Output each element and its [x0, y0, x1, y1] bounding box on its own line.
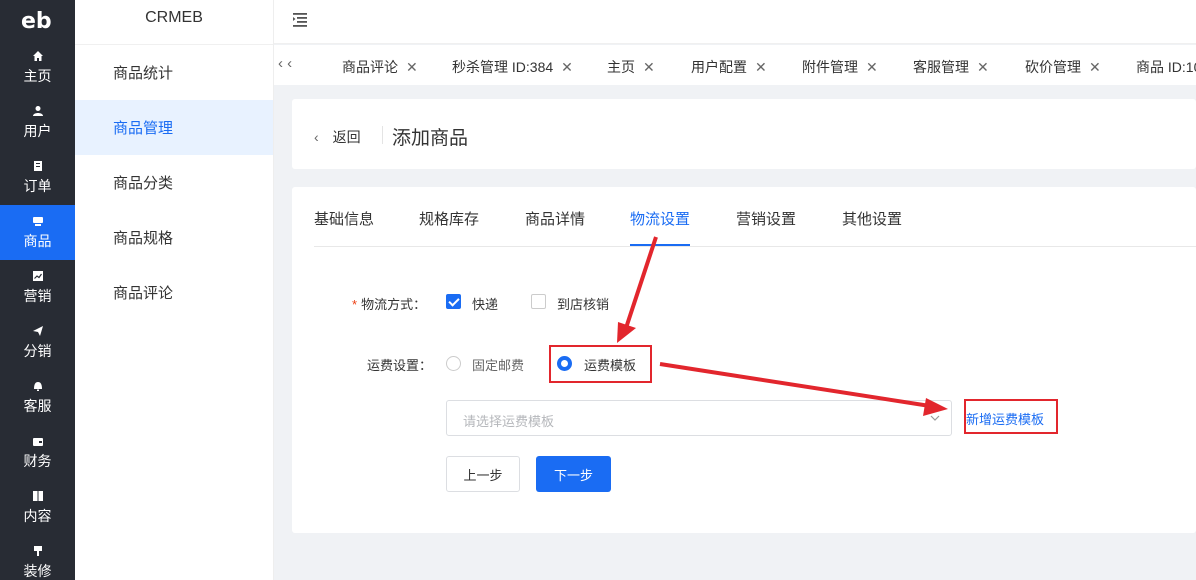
- content-icon: [31, 489, 45, 503]
- tabs-scroll-left-icon[interactable]: ‹ ‹: [278, 55, 292, 72]
- rail-item-label: 客服: [23, 398, 52, 414]
- tab-bargain[interactable]: 砍价管理 ✕: [1025, 57, 1101, 77]
- rail-item-label: 营销: [23, 288, 52, 304]
- close-icon[interactable]: ✕: [643, 59, 655, 76]
- rail-item-order[interactable]: 订单: [0, 150, 75, 205]
- tab-product-id[interactable]: 商品 ID:10: [1136, 57, 1196, 77]
- tab-user-config[interactable]: 用户配置 ✕: [691, 57, 767, 77]
- rail-item-distribution[interactable]: 分销: [0, 315, 75, 370]
- tab-seckill[interactable]: 秒杀管理 ID:384 ✕: [452, 57, 573, 77]
- submenu-item-product-spec[interactable]: 商品规格: [75, 210, 273, 265]
- eb-logo-icon: eb: [21, 9, 52, 33]
- rail-item-label: 主页: [23, 68, 52, 84]
- rail-item-service[interactable]: 客服: [0, 370, 75, 425]
- rail-item-label: 分销: [23, 343, 52, 359]
- submenu-item-product-stats[interactable]: 商品统计: [75, 45, 273, 100]
- form-steps-tabs: 基础信息 规格库存 商品详情 物流设置 营销设置 其他设置: [314, 187, 1196, 247]
- tab-home[interactable]: 主页 ✕: [607, 57, 655, 77]
- step-basic-info[interactable]: 基础信息: [314, 208, 374, 229]
- step-other[interactable]: 其他设置: [842, 208, 902, 229]
- top-header: [274, 0, 1196, 44]
- sub-menu: CRMEB 商品统计 商品管理 商品分类 商品规格 商品评论: [75, 0, 274, 580]
- user-icon: [31, 104, 45, 118]
- step-marketing[interactable]: 营销设置: [736, 208, 796, 229]
- annotation-box-freight-template: [549, 345, 652, 383]
- tab-customer-service[interactable]: 客服管理 ✕: [913, 57, 989, 77]
- tabs-bar: ‹ ‹ 商品评论 ✕ 秒杀管理 ID:384 ✕ 主页 ✕ 用户配置 ✕ 附件管理 ✕ 客…: [274, 45, 1196, 85]
- chevron-down-icon: [929, 411, 941, 423]
- rail-item-label: 内容: [23, 508, 52, 524]
- submenu-item-product-review[interactable]: 商品评论: [75, 265, 273, 320]
- close-icon[interactable]: ✕: [1089, 59, 1101, 76]
- product-icon: [31, 214, 45, 228]
- chevron-left-icon: ‹: [314, 129, 319, 145]
- delivery-method-label: * 物流方式：: [352, 297, 427, 312]
- annotation-box-new-template: [964, 399, 1058, 434]
- rail-item-label: 用户: [23, 123, 52, 139]
- decorate-icon: [31, 544, 45, 558]
- rail-item-decorate[interactable]: 装修: [0, 535, 75, 580]
- freight-template-select[interactable]: 请选择运费模板: [446, 400, 952, 436]
- distribution-icon: [31, 324, 45, 338]
- menu-fold-icon[interactable]: [292, 10, 310, 28]
- wallet-icon: [31, 434, 45, 448]
- close-icon[interactable]: ✕: [561, 59, 573, 76]
- page-header: ‹ 返回 添加商品: [292, 99, 1196, 169]
- freight-setting-label: 运费设置：: [367, 358, 433, 373]
- rail-item-product[interactable]: 商品: [0, 205, 75, 260]
- next-step-button[interactable]: 下一步: [536, 456, 611, 492]
- tab-product-review[interactable]: 商品评论 ✕: [342, 57, 418, 77]
- step-logistics[interactable]: 物流设置: [630, 208, 690, 229]
- main-nav-rail: eb 主页 用户 订单 商品 营销 分销 客服 财务 内容 装修: [0, 0, 75, 580]
- step-product-detail[interactable]: 商品详情: [525, 208, 585, 229]
- service-bell-icon: [31, 379, 45, 393]
- rail-item-user[interactable]: 用户: [0, 95, 75, 150]
- rail-item-content[interactable]: 内容: [0, 480, 75, 535]
- close-icon[interactable]: ✕: [406, 59, 418, 76]
- prev-step-button[interactable]: 上一步: [446, 456, 520, 492]
- express-label[interactable]: 快递: [472, 294, 498, 313]
- express-checkbox[interactable]: [446, 294, 461, 309]
- tab-attachments[interactable]: 附件管理 ✕: [802, 57, 878, 77]
- back-button[interactable]: ‹ 返回: [314, 127, 361, 147]
- rail-item-label: 财务: [23, 453, 52, 469]
- home-icon: [31, 49, 45, 63]
- close-icon[interactable]: ✕: [755, 59, 767, 76]
- fixed-postage-label[interactable]: 固定邮费: [472, 355, 524, 374]
- fixed-postage-radio[interactable]: [446, 356, 461, 371]
- store-pickup-label[interactable]: 到店核销: [557, 294, 609, 313]
- submenu-item-product-manage[interactable]: 商品管理: [75, 100, 273, 155]
- rail-item-finance[interactable]: 财务: [0, 425, 75, 480]
- select-placeholder: 请选择运费模板: [463, 414, 555, 429]
- store-pickup-checkbox[interactable]: [531, 294, 546, 309]
- divider: [382, 126, 383, 144]
- step-spec-stock[interactable]: 规格库存: [419, 208, 479, 229]
- rail-item-label: 商品: [23, 233, 52, 249]
- product-form-card: 基础信息 规格库存 商品详情 物流设置 营销设置 其他设置 * 物流方式： 快递 …: [292, 187, 1196, 533]
- page-title: 添加商品: [392, 128, 469, 149]
- active-step-indicator: [630, 244, 690, 246]
- rail-item-label: 装修: [23, 563, 52, 579]
- rail-item-marketing[interactable]: 营销: [0, 260, 75, 315]
- close-icon[interactable]: ✕: [977, 59, 989, 76]
- marketing-icon: [31, 269, 45, 283]
- order-icon: [31, 159, 45, 173]
- submenu-item-product-category[interactable]: 商品分类: [75, 155, 273, 210]
- rail-item-home[interactable]: 主页: [0, 40, 75, 95]
- svg-text:eb: eb: [21, 9, 52, 33]
- brand-title: CRMEB: [75, 0, 273, 45]
- close-icon[interactable]: ✕: [866, 59, 878, 76]
- crmeb-logo[interactable]: eb: [0, 0, 75, 40]
- rail-item-label: 订单: [23, 178, 52, 194]
